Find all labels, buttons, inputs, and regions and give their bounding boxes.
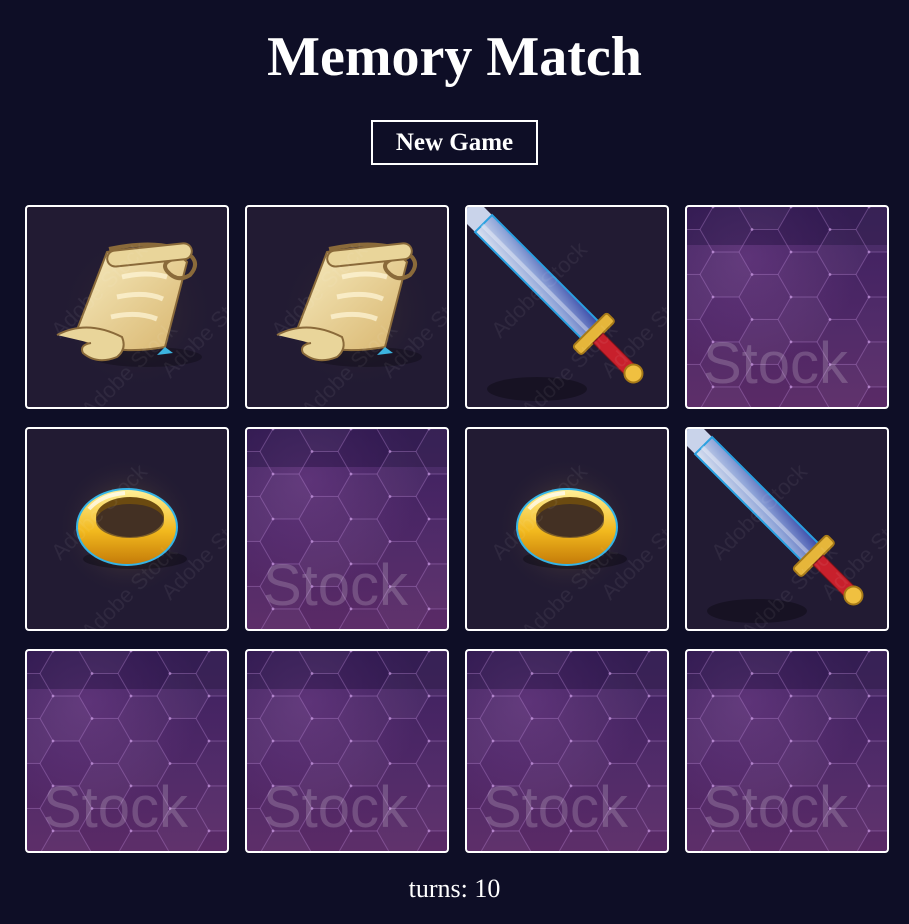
game-title: Memory Match [267,26,642,88]
ring-icon [497,457,637,597]
card-face-down[interactable]: Stock [245,649,449,853]
card-face-down[interactable]: Stock [685,649,889,853]
scroll-icon [56,232,217,392]
sword-icon [687,429,864,623]
card-back-watermark: Stock [263,553,409,618]
card-sword[interactable]: Adobe StockAdobe StockAdobe Stock [465,205,669,409]
card-ring[interactable]: Adobe StockAdobe StockAdobe Stock [25,427,229,631]
card-face-down[interactable]: Stock [245,427,449,631]
card-sword[interactable]: Adobe StockAdobe StockAdobe Stock [685,427,889,631]
turns-counter: turns: 10 [0,872,909,906]
card-back-watermark: Stock [263,775,409,840]
ring-icon [57,457,197,597]
card-scroll[interactable]: Adobe StockAdobe StockAdobe Stock [245,205,449,409]
card-face-down[interactable]: Stock [685,205,889,409]
card-back-watermark: Stock [483,775,629,840]
new-game-button[interactable]: New Game [371,120,538,165]
sword-icon [467,207,644,401]
scroll-icon [276,232,437,392]
turns-value: 10 [474,874,501,903]
card-face-down[interactable]: Stock [465,649,669,853]
card-back-watermark: Stock [703,331,849,396]
card-face-down[interactable]: Stock [25,649,229,853]
turns-label: turns: [408,874,468,903]
card-ring[interactable]: Adobe StockAdobe StockAdobe Stock [465,427,669,631]
card-back-watermark: Stock [703,775,849,840]
card-grid: Adobe StockAdobe StockAdobe Stock Adobe … [25,205,889,853]
card-scroll[interactable]: Adobe StockAdobe StockAdobe Stock [25,205,229,409]
card-back-watermark: Stock [43,775,189,840]
